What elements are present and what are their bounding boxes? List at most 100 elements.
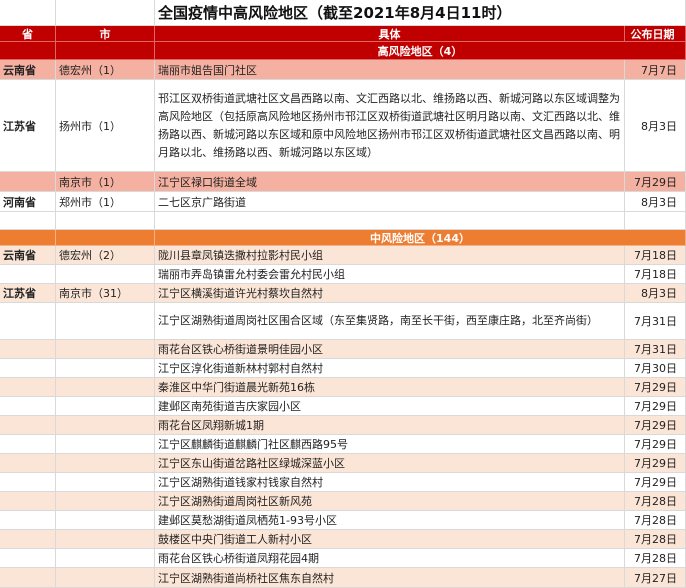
date-cell: 7月29日	[625, 435, 686, 454]
risk-area-sheet: 全国疫情中高风险地区（截至2021年8月4日11时） 省 市 具体 公布日期 高…	[0, 0, 686, 588]
date-cell: 7月29日	[625, 473, 686, 492]
province-cell	[0, 454, 56, 473]
city-cell: 德宏州（1）	[56, 60, 155, 80]
table-row: 江宁区湖熟街道周岗社区围合区域（东至集贤路，南至长干街，西至康庄路，北至齐尚街）…	[0, 303, 686, 340]
detail-cell: 江宁区湖熟街道周岗社区新风苑	[155, 492, 625, 511]
city-cell	[56, 340, 155, 359]
city-cell	[56, 454, 155, 473]
date-cell: 7月18日	[625, 265, 686, 284]
detail-cell: 雨花台区铁心桥街道凤翔花园4期	[155, 549, 625, 568]
title-cell-city	[56, 0, 155, 26]
city-cell: 郑州市（1）	[56, 192, 155, 212]
detail-cell: 陇川县章凤镇迭撒村拉影村民小组	[155, 246, 625, 265]
table-row: 江宁区湖熟街道周岗社区新风苑 7月28日	[0, 492, 686, 511]
city-cell	[56, 530, 155, 549]
table-row: 雨花台区铁心桥街道景明佳园小区 7月31日	[0, 340, 686, 359]
detail-cell: 江宁区湖熟街道钱家村钱家自然村	[155, 473, 625, 492]
table-row: 河南省 郑州市（1） 二七区京广路街道 8月3日	[0, 192, 686, 212]
detail-cell: 鼓楼区中央门街道工人新村小区	[155, 530, 625, 549]
header-detail: 具体	[155, 26, 625, 42]
table-row: 江宁区麒麟街道麒麟门社区麒西路95号 7月29日	[0, 435, 686, 454]
date-cell: 7月29日	[625, 172, 686, 192]
province-cell	[0, 511, 56, 530]
city-cell: 南京市（31）	[56, 284, 155, 303]
city-cell	[56, 549, 155, 568]
date-cell: 8月3日	[625, 192, 686, 212]
date-cell: 7月28日	[625, 511, 686, 530]
province-cell	[0, 530, 56, 549]
province-cell	[0, 378, 56, 397]
province-cell	[0, 359, 56, 378]
mid-section-row: 中风险地区（144）	[0, 230, 686, 246]
date-cell: 7月28日	[625, 530, 686, 549]
table-row: 鼓楼区中央门街道工人新村小区 7月28日	[0, 530, 686, 549]
detail-cell: 江宁区湖熟街道尚桥社区焦东自然村	[155, 568, 625, 588]
city-cell	[56, 568, 155, 588]
mid-section-pad-2	[56, 230, 155, 246]
table-row: 秦淮区中华门街道晨光新苑16栋 7月29日	[0, 378, 686, 397]
date-cell: 7月31日	[625, 303, 686, 340]
header-province: 省	[0, 26, 56, 42]
detail-cell: 江宁区麒麟街道麒麟门社区麒西路95号	[155, 435, 625, 454]
city-cell	[56, 435, 155, 454]
province-cell	[0, 549, 56, 568]
date-cell: 7月29日	[625, 397, 686, 416]
city-cell: 南京市（1）	[56, 172, 155, 192]
mid-section-label: 中风险地区（144）	[155, 230, 686, 246]
high-section-pad-1	[0, 42, 56, 60]
date-cell: 7月31日	[625, 340, 686, 359]
table-row: 云南省 德宏州（1） 瑞丽市姐告国门社区 7月7日	[0, 60, 686, 80]
province-cell	[0, 303, 56, 340]
table-row: 江苏省 扬州市（1） 邗江区双桥街道武塘社区文昌西路以南、文汇西路以北、维扬路以…	[0, 80, 686, 172]
detail-cell: 秦淮区中华门街道晨光新苑16栋	[155, 378, 625, 397]
table-row: 江宁区湖熟街道钱家村钱家自然村 7月29日	[0, 473, 686, 492]
province-cell	[0, 568, 56, 588]
table-row: 云南省 德宏州（2） 陇川县章凤镇迭撒村拉影村民小组 7月18日	[0, 246, 686, 265]
city-cell: 扬州市（1）	[56, 80, 155, 172]
table-row: 江宁区淳化街道新林村郭村自然村 7月30日	[0, 359, 686, 378]
province-cell: 江苏省	[0, 80, 56, 172]
province-cell: 云南省	[0, 60, 56, 80]
high-section-row: 高风险地区（4）	[0, 42, 686, 60]
province-cell	[0, 492, 56, 511]
high-section-pad-2	[56, 42, 155, 60]
date-cell: 8月3日	[625, 284, 686, 303]
title-row: 全国疫情中高风险地区（截至2021年8月4日11时）	[0, 0, 686, 26]
province-cell	[0, 416, 56, 435]
date-cell: 7月18日	[625, 246, 686, 265]
detail-cell: 江宁区淳化街道新林村郭村自然村	[155, 359, 625, 378]
spacer-cell-3	[155, 212, 625, 230]
city-cell: 德宏州（2）	[56, 246, 155, 265]
detail-cell: 雨花台区凤翔新城1期	[155, 416, 625, 435]
province-cell	[0, 265, 56, 284]
city-cell	[56, 511, 155, 530]
detail-cell: 邗江区双桥街道武塘社区文昌西路以南、文汇西路以北、维扬路以西、新城河路以东区域调…	[155, 80, 625, 172]
city-cell	[56, 492, 155, 511]
title-cell-province	[0, 0, 56, 26]
spacer-cell-1	[0, 212, 56, 230]
table-row: 瑞丽市弄岛镇雷允村委会雷允村民小组 7月18日	[0, 265, 686, 284]
province-cell: 云南省	[0, 246, 56, 265]
city-cell	[56, 265, 155, 284]
date-cell: 7月29日	[625, 416, 686, 435]
high-section-label: 高风险地区（4）	[155, 42, 686, 60]
detail-cell: 江宁区湖熟街道周岗社区围合区域（东至集贤路，南至长干街，西至康庄路，北至齐尚街）	[155, 303, 625, 340]
table-row: 江宁区东山街道岔路社区绿城深蓝小区 7月29日	[0, 454, 686, 473]
table-row: 雨花台区凤翔新城1期 7月29日	[0, 416, 686, 435]
title-cell: 全国疫情中高风险地区（截至2021年8月4日11时）	[155, 0, 686, 26]
city-cell	[56, 303, 155, 340]
detail-cell: 建邺区莫愁湖街道凤栖苑1-93号小区	[155, 511, 625, 530]
city-cell	[56, 378, 155, 397]
spacer-cell-4	[625, 212, 686, 230]
header-date: 公布日期	[625, 26, 686, 42]
detail-cell: 建邺区南苑街道吉庆家园小区	[155, 397, 625, 416]
table-row: 雨花台区铁心桥街道凤翔花园4期 7月28日	[0, 549, 686, 568]
detail-cell: 江宁区横溪街道许光村蔡坎自然村	[155, 284, 625, 303]
city-cell	[56, 359, 155, 378]
city-cell	[56, 473, 155, 492]
date-cell: 7月28日	[625, 549, 686, 568]
mid-section-pad-1	[0, 230, 56, 246]
city-cell	[56, 416, 155, 435]
detail-cell: 瑞丽市姐告国门社区	[155, 60, 625, 80]
table-row: 建邺区南苑街道吉庆家园小区 7月29日	[0, 397, 686, 416]
